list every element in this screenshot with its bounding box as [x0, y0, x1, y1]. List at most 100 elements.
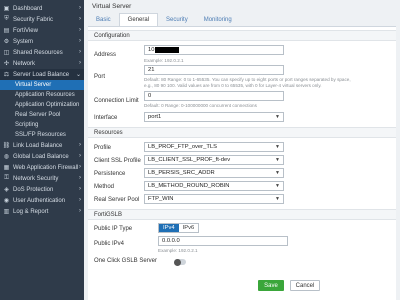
tab-basic[interactable]: Basic: [88, 13, 119, 26]
dropdown-caret-icon: ▼: [275, 114, 280, 120]
interface-select[interactable]: port1 ▼: [144, 112, 284, 122]
cancel-button[interactable]: Cancel: [290, 280, 320, 291]
port-input[interactable]: 21: [144, 65, 284, 75]
chart-icon: ▤: [3, 28, 10, 34]
gear-icon: ⚙: [3, 39, 10, 45]
profile-value: LB_PROF_FTP_over_TLS: [148, 144, 217, 150]
tab-security[interactable]: Security: [158, 13, 196, 26]
chevron-down-icon: ⌄: [75, 72, 81, 78]
sidebar-subitem-label: Real Server Pool: [15, 112, 61, 118]
persistence-label: Persistence: [94, 171, 126, 177]
sidebar-item-network-security[interactable]: ⚿ Network Security ›: [0, 173, 84, 184]
address-input[interactable]: 10: [144, 45, 284, 55]
sidebar-item-global-load-balance[interactable]: ◍ Global Load Balance ›: [0, 151, 84, 162]
sidebar-item-shared-resources[interactable]: ◫ Shared Resources ›: [0, 47, 84, 58]
chevron-right-icon: ›: [79, 27, 81, 33]
tab-monitoring[interactable]: Monitoring: [196, 13, 240, 26]
sidebar-subitem-application-resources[interactable]: Application Resources: [0, 90, 84, 100]
sidebar-item-label: Link Load Balance: [13, 142, 63, 149]
real-server-pool-value: FTP_WIN: [148, 196, 174, 202]
chevron-right-icon: ›: [79, 16, 81, 22]
interface-value: port1: [148, 114, 162, 120]
sidebar-subitem-scripting[interactable]: Scripting: [0, 120, 84, 130]
chevron-right-icon: ›: [79, 208, 81, 214]
lock-icon: ⚿: [4, 175, 9, 181]
sidebar-item-label: Log & Report: [13, 208, 49, 215]
network-icon: ✣: [3, 61, 10, 67]
sidebar-item-label: User Authentication: [13, 197, 66, 204]
client-ssl-profile-label: Client SSL Profile: [94, 158, 141, 164]
save-button[interactable]: Save: [258, 280, 284, 291]
sidebar-item-system[interactable]: ⚙ System ›: [0, 36, 84, 47]
redacted-block: [155, 47, 180, 53]
sidebar-subitem-label: Virtual Server: [15, 82, 52, 88]
ipv4-option[interactable]: IPv4: [159, 224, 179, 232]
sidebar-subitem-label: Application Optimization: [15, 102, 80, 108]
sidebar-item-link-load-balance[interactable]: ⛓ Link Load Balance ›: [0, 140, 84, 151]
sidebar-subitem-real-server-pool[interactable]: Real Server Pool: [0, 110, 84, 120]
public-ipv4-label: Public IPv4: [94, 241, 125, 247]
shield-icon: ⛨: [4, 16, 9, 22]
ipv6-option[interactable]: IPv6: [179, 224, 199, 232]
chevron-right-icon: ›: [79, 142, 81, 148]
sidebar-subitem-label: Application Resources: [15, 92, 75, 98]
sidebar-item-label: Global Load Balance: [13, 153, 69, 160]
port-hint-line1: Default: 80 Range: 0 to 1-65535. You can…: [144, 77, 351, 82]
real-server-pool-select[interactable]: FTP_WIN ▼: [144, 194, 284, 204]
real-server-pool-label: Real Server Pool: [94, 197, 140, 203]
sidebar-item-network[interactable]: ✣ Network ›: [0, 58, 84, 69]
sidebar-item-label: Web Application Firewall: [13, 164, 79, 171]
interface-label: Interface: [94, 115, 118, 121]
dropdown-caret-icon: ▼: [275, 157, 280, 163]
connection-limit-input[interactable]: 0: [144, 91, 284, 101]
method-select[interactable]: LB_METHOD_ROUND_ROBIN ▼: [144, 181, 284, 191]
sidebar-subitem-label: SSL/FP Resources: [15, 132, 66, 138]
public-ipv4-input[interactable]: 0.0.0.0: [158, 236, 288, 246]
chevron-right-icon: ›: [79, 164, 81, 170]
sidebar-item-label: FortiView: [13, 27, 38, 34]
sidebar-subitem-label: Scripting: [15, 122, 39, 128]
sidebar-item-server-load-balance[interactable]: ⚖ Server Load Balance ⌄: [0, 69, 84, 80]
sidebar-item-log-report[interactable]: ▥ Log & Report ›: [0, 206, 84, 217]
persistence-select[interactable]: LB_PERSIS_SRC_ADDR ▼: [144, 168, 284, 178]
sidebar: ▣ Dashboard › ⛨ Security Fabric › ▤ Fort…: [0, 0, 84, 300]
chevron-right-icon: ›: [79, 49, 81, 55]
persistence-value: LB_PERSIS_SRC_ADDR: [148, 170, 215, 176]
sidebar-item-label: Shared Resources: [13, 49, 63, 56]
sidebar-item-dashboard[interactable]: ▣ Dashboard ›: [0, 3, 84, 14]
profile-select[interactable]: LB_PROF_FTP_over_TLS ▼: [144, 142, 284, 152]
sidebar-item-dos-protection[interactable]: ◈ DoS Protection ›: [0, 184, 84, 195]
sidebar-item-user-authentication[interactable]: ◉ User Authentication ›: [0, 195, 84, 206]
chevron-right-icon: ›: [79, 5, 81, 11]
sidebar-item-label: Server Load Balance: [13, 71, 70, 78]
main-area: Virtual Server Basic General Security Mo…: [84, 0, 400, 300]
public-ip-type-toggle: IPv4 IPv6: [158, 223, 200, 233]
section-resources: Resources: [88, 127, 396, 138]
sidebar-item-label: DoS Protection: [13, 186, 54, 193]
link-icon: ⛓: [2, 143, 11, 149]
form-panel: Configuration Address 10 Example: 192.0.…: [88, 26, 396, 300]
dos-icon: ◈: [4, 187, 9, 193]
sidebar-item-label: Dashboard: [13, 5, 43, 12]
dashboard-icon: ▣: [3, 6, 10, 12]
chevron-right-icon: ›: [79, 197, 81, 203]
section-configuration: Configuration: [88, 30, 396, 41]
public-ipv4-value: 0.0.0.0: [162, 238, 180, 244]
tab-general[interactable]: General: [118, 13, 159, 26]
sidebar-item-security-fabric[interactable]: ⛨ Security Fabric ›: [0, 14, 84, 25]
one-click-gslb-toggle[interactable]: [174, 258, 186, 266]
dropdown-caret-icon: ▼: [275, 196, 280, 202]
port-value: 21: [148, 67, 155, 73]
sidebar-subitem-virtual-server[interactable]: Virtual Server: [0, 80, 84, 90]
firewall-icon: ▦: [3, 165, 10, 171]
sidebar-item-fortiview[interactable]: ▤ FortiView ›: [0, 25, 84, 36]
chevron-right-icon: ›: [79, 153, 81, 159]
address-value: 10: [148, 47, 155, 53]
dropdown-caret-icon: ▼: [275, 183, 280, 189]
page-title: Virtual Server: [92, 2, 132, 10]
sidebar-item-label: Network Security: [13, 175, 59, 182]
sidebar-item-web-application-firewall[interactable]: ▦ Web Application Firewall ›: [0, 162, 84, 173]
sidebar-subitem-ssl-fp-resources[interactable]: SSL/FP Resources: [0, 130, 84, 140]
sidebar-subitem-application-optimization[interactable]: Application Optimization: [0, 100, 84, 110]
client-ssl-profile-select[interactable]: LB_CLIENT_SSL_PROF_ft-dev ▼: [144, 155, 284, 165]
